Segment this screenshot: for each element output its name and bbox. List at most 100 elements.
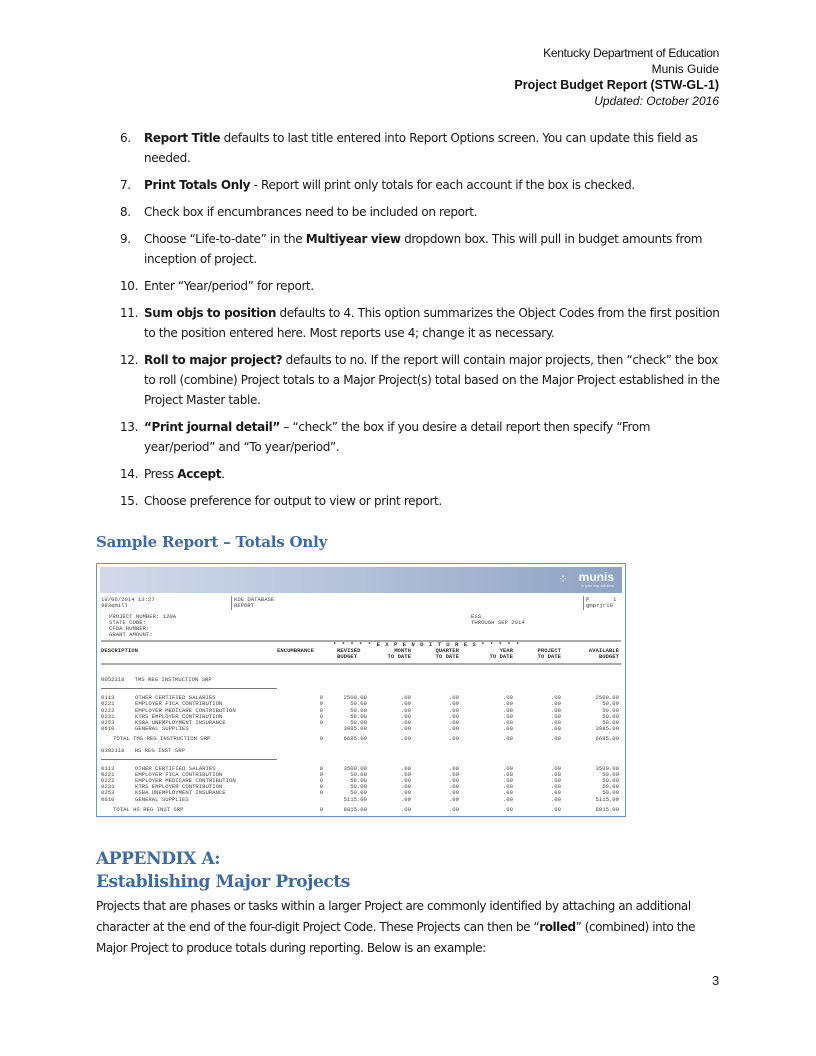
month-to-date-value: .00	[400, 795, 411, 803]
step-number: 14.	[120, 467, 139, 481]
step-text: - Report will print only totals for each…	[250, 178, 636, 192]
step-item: 7. Print Totals Only - Report will print …	[120, 175, 720, 195]
munis-logo: munis a tyler erp solution	[579, 571, 614, 588]
step-keyword: Accept	[177, 467, 222, 481]
project-to-date-value: .00	[550, 725, 561, 733]
revised-budget-value: 5115.00	[343, 795, 368, 803]
step-text: Press	[144, 467, 178, 481]
munis-logo-icon: ⁘	[558, 573, 569, 587]
total-label: TOTAL TMS REG INSTRUCTION SRP	[113, 735, 211, 743]
col-year-2: TO DATE	[489, 653, 514, 661]
step-item: 14. Press Accept.	[120, 464, 720, 484]
project-to-date-total: .00	[550, 735, 561, 743]
col-quarter-2: TO DATE	[435, 653, 460, 661]
step-keyword: Print Totals Only	[144, 178, 251, 192]
available-budget-value: 5115.00	[595, 795, 620, 803]
step-number: 13.	[120, 420, 139, 434]
object-description: GENERAL SUPPLIES	[135, 725, 189, 733]
report-row: 0610 GENERAL SUPPLIES 5115.00 .00 .00 .00 .00 5…	[101, 795, 621, 803]
munis-logo-text: munis	[578, 570, 614, 584]
step-item: 15. Choose preference for output to view …	[120, 491, 720, 511]
step-text: defaults to last title entered into Repo…	[144, 131, 698, 165]
header-guide: Munis Guide	[651, 62, 719, 76]
step-item: 8. Check box if encumbrances need to be i…	[120, 202, 720, 222]
available-budget-total: 6685.00	[595, 735, 620, 743]
step-text: .	[221, 467, 225, 481]
report-page-num: 1	[613, 596, 617, 603]
header-doc-title: Project Budget Report (STW-GL-1)	[514, 78, 719, 92]
available-budget-total: 8815.00	[595, 805, 620, 813]
month-to-date-value: .00	[400, 725, 411, 733]
munis-logo-tagline: a tyler erp solution	[581, 583, 614, 588]
revised-budget-total: 8815.00	[343, 805, 368, 813]
report-group-header: 0052118 TMS REG INSTRUCTION SRP	[101, 676, 621, 683]
revised-budget-value: 3985.00	[343, 725, 368, 733]
group-header-text: 0302118 HS REG INST SRP	[101, 746, 185, 754]
step-text: Choose “Life-to-date” in the	[144, 232, 306, 246]
step-keyword: Multiyear view	[305, 232, 401, 246]
divider	[101, 663, 621, 665]
step-number: 10.	[120, 279, 139, 293]
step-keyword: “Print journal detail”	[144, 420, 280, 434]
project-to-date-total: .00	[550, 805, 561, 813]
report-column-headers: DESCRIPTION ENCUMBRANCE REVISED MONTH QU…	[101, 647, 621, 661]
quarter-to-date-total: .00	[448, 735, 459, 743]
step-text: Choose preference for output to view or …	[144, 494, 442, 508]
appendix-heading: APPENDIX A: Establishing Major Projects	[96, 848, 350, 894]
quarter-to-date-value: .00	[448, 795, 459, 803]
appendix-heading-line1: APPENDIX A:	[96, 849, 221, 869]
group-header-text: 0052118 TMS REG INSTRUCTION SRP	[101, 676, 212, 683]
year-to-date-total: .00	[502, 805, 513, 813]
divider	[101, 758, 277, 760]
header-organization: Kentucky Department of Education	[543, 46, 719, 60]
step-number: 12.	[120, 353, 139, 367]
page-number: 3	[712, 973, 720, 988]
available-budget-value: 3985.00	[595, 725, 620, 733]
step-keyword: Sum objs to position	[144, 306, 277, 320]
col-month-2: TO DATE	[387, 653, 412, 661]
report-total-row: TOTAL TMS REG INSTRUCTION SRP 0 6685.00.00…	[101, 736, 621, 742]
sample-report-image: ⁘ munis a tyler erp solution 10/06/2014 …	[96, 563, 626, 817]
appendix-paragraph: Projects that are phases or tasks within…	[96, 896, 726, 959]
report-row: 0610 GENERAL SUPPLIES 3985.00 .00 .00 .00 .00 3…	[101, 725, 621, 733]
report-group-header: 0302118 HS REG INST SRP	[101, 746, 621, 754]
quarter-to-date-value: .00	[448, 725, 459, 733]
col-project-2: TO DATE	[537, 653, 562, 661]
report-total-row: TOTAL HS REG INST SRP 0 8815.00.00.00.00.0…	[101, 805, 621, 813]
step-item: 10. Enter “Year/period” for report.	[120, 276, 720, 296]
step-number: 7.	[120, 178, 131, 192]
divider	[231, 596, 232, 610]
report-banner: ⁘ munis a tyler erp solution	[100, 567, 622, 593]
sample-report-heading: Sample Report – Totals Only	[96, 533, 328, 551]
appendix-heading-line2: Establishing Major Projects	[96, 872, 350, 892]
object-code: 0610	[101, 725, 115, 733]
step-text: Check box if encumbrances need to be inc…	[144, 205, 478, 219]
step-keyword: Report Title	[144, 131, 221, 145]
header-updated: Updated: October 2016	[594, 94, 719, 108]
report-user: 983emill	[101, 602, 128, 609]
step-number: 15.	[120, 494, 139, 508]
year-to-date-value: .00	[502, 725, 513, 733]
appendix-bold-rolled: rolled	[539, 920, 576, 934]
report-body: 0052118 TMS REG INSTRUCTION SRP 0113 OTHER…	[101, 676, 621, 816]
project-to-date-value: .00	[550, 795, 561, 803]
step-item: 6. Report Title defaults to last title en…	[120, 128, 720, 168]
step-item: 13. “Print journal detail” – “check” the …	[120, 417, 720, 457]
step-text: Enter “Year/period” for report.	[144, 279, 314, 293]
divider	[583, 596, 584, 610]
step-number: 8.	[120, 205, 131, 219]
step-keyword: Roll to major project?	[144, 353, 283, 367]
quarter-to-date-total: .00	[448, 805, 459, 813]
report-grant-amount: GRANT AMOUNT:	[109, 631, 153, 638]
object-code: 0610	[101, 795, 115, 803]
month-to-date-total: .00	[400, 805, 411, 813]
step-item: 11. Sum objs to position defaults to 4. T…	[120, 303, 720, 343]
running-header: Kentucky Department of Education Munis G…	[514, 45, 719, 109]
total-label: TOTAL HS REG INST SRP	[113, 805, 184, 813]
report-program: gmprjr10	[586, 602, 613, 609]
divider	[101, 688, 277, 690]
report-through: THROUGH SEP 2014	[471, 619, 525, 626]
step-item: 12. Roll to major project? defaults to no…	[120, 350, 720, 410]
col-available-2: BUDGET	[598, 653, 619, 661]
year-to-date-total: .00	[502, 735, 513, 743]
